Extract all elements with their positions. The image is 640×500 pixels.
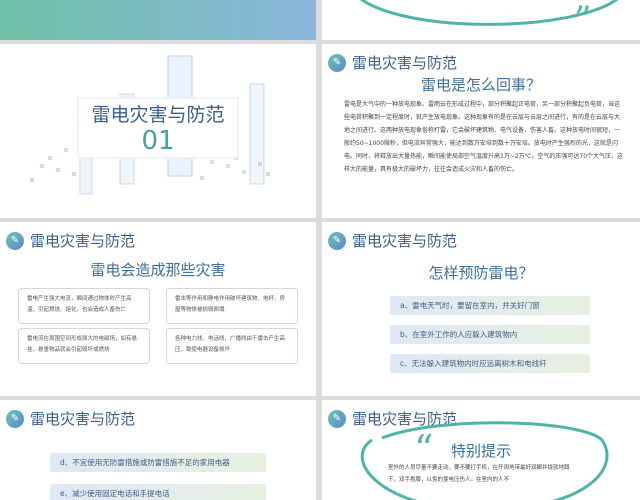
slide-header: ✎ 雷电灾害与防范 <box>6 230 135 251</box>
slide-special-tips[interactable]: ✎ 雷电灾害与防范 “ 特别提示 室外的人员尽量不要走动，要不要打手机，在开阔地… <box>322 400 640 500</box>
slide-header: ✎ 雷电灾害与防范 <box>328 230 457 251</box>
slide-number: 01 <box>141 126 175 156</box>
slide-title: 雷电灾害与防范 <box>91 104 225 126</box>
slide-grid: ” 雷电灾害与防范 01 ✎ 雷电灾害与防范 雷电是怎么回事？ 雷电是大气中的一… <box>0 0 640 500</box>
decorative-swirl-icon: ” <box>360 0 619 39</box>
slide-prevention[interactable]: ✎ 雷电灾害与防范 怎样预防雷电？ a、雷电天气时，要留在室内，并关好门窗 b、… <box>322 222 640 396</box>
pencil-icon: ✎ <box>6 409 24 428</box>
slide-subtitle: 怎样预防雷电？ <box>428 264 534 282</box>
body-paragraph: 雷电是大气中的一种放电现象。雷雨云在形成过程中，部分积聚起正电荷，另一部分积聚起… <box>344 101 624 173</box>
slide-title-01[interactable]: 雷电灾害与防范 01 <box>0 44 316 218</box>
header-title: 雷电灾害与防范 <box>352 54 458 72</box>
prevention-item: b、在室外工作的人应躲入建筑物内 <box>390 325 590 344</box>
slide-what-is-lightning[interactable]: ✎ 雷电灾害与防范 雷电是怎么回事？ 雷电是大气中的一种放电现象。雷雨云在形成过… <box>322 44 640 218</box>
disaster-box: 雷电流在周围空间形成强大的电磁场，如有悬挂、悬垂物品就会引起毁坏或燃烧 <box>18 328 150 364</box>
header-title: 雷电灾害与防范 <box>30 232 136 250</box>
pencil-icon: ✎ <box>328 231 346 250</box>
header-title: 雷电灾害与防范 <box>30 410 136 428</box>
slide-prevention-continued[interactable]: ✎ 雷电灾害与防范 d、不宜使用无防雷措施或防雷措施不足的家用电器 e、减少使用… <box>0 400 316 500</box>
disaster-box: 雷电产生强大电流，瞬间通过物体时产生高温，引起燃烧、熔化，也会造成人畜伤亡 <box>18 288 150 324</box>
pencil-icon: ✎ <box>328 53 346 72</box>
slide-subtitle: 特别提示 <box>450 442 511 460</box>
prevention-item: c、无法躲入建筑物内时应远离树木和电线杆 <box>390 354 590 373</box>
pencil-icon: ✎ <box>6 231 24 250</box>
slide-header: ✎ 雷电灾害与防范 <box>6 408 135 429</box>
slide-partial-top-right[interactable]: ” <box>322 0 640 40</box>
slide-top-gradient <box>0 0 316 40</box>
slide-subtitle: 雷电会造成那些灾害 <box>90 261 226 279</box>
prevention-item: d、不宜使用无防雷措施或防雷措施不足的家用电器 <box>50 453 266 472</box>
slide-lightning-disasters[interactable]: ✎ 雷电灾害与防范 雷电会造成那些灾害 雷电产生强大电流，瞬间通过物体时产生高温… <box>0 222 316 396</box>
slide-subtitle: 雷电是怎么回事？ <box>420 76 541 94</box>
svg-text:”: ” <box>574 0 591 39</box>
body-paragraph: 室外的人员尽量不要走动，要不要打手机，在开阔地带最好双脚并拢就地蹲下，双手抱膝，… <box>388 465 570 483</box>
prevention-item: e、减少使用固定电话和手提电话 <box>50 484 266 500</box>
disaster-box: 雷击等作用和静电作用破坏建筑物、电杆、房屋等物体被损毁倒塌 <box>166 288 298 324</box>
disaster-box: 各种电力线、电话线、广播线由于雷击产生高压，致使电器设备损坏 <box>166 328 298 364</box>
prevention-item: a、雷电天气时，要留在室内，并关好门窗 <box>390 296 590 315</box>
header-title: 雷电灾害与防范 <box>352 232 458 250</box>
slide-header: ✎ 雷电灾害与防范 <box>328 52 457 73</box>
slide-partial-top-left[interactable] <box>0 0 316 40</box>
